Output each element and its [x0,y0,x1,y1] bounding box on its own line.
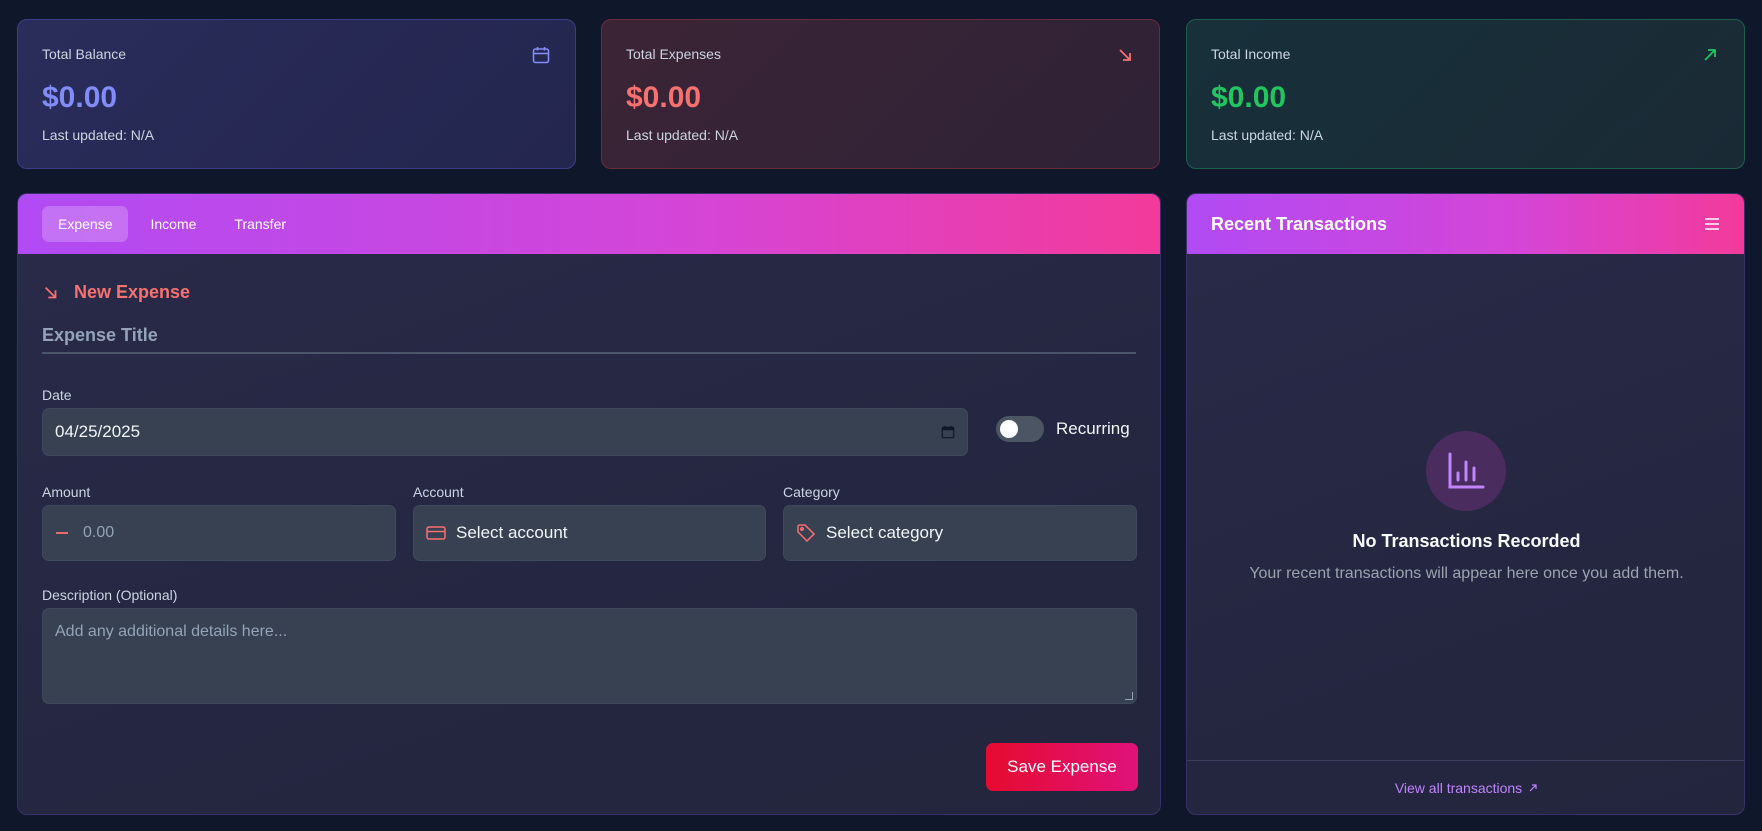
empty-state-badge [1426,431,1506,511]
description-textarea[interactable]: Add any additional details here... [42,608,1137,704]
transaction-form-panel: Expense Income Transfer New Expense Date… [17,193,1161,815]
amount-input[interactable]: 0.00 [42,505,396,561]
finance-dashboard: Total Balance $0.00 Last updated: N/A To… [0,0,1762,831]
form-heading: New Expense [42,282,190,303]
total-balance-card: Total Balance $0.00 Last updated: N/A [17,19,576,169]
category-select[interactable]: Select category [783,505,1137,561]
account-select[interactable]: Select account [413,505,766,561]
category-select-value: Select category [826,523,944,542]
account-select-value: Select account [456,523,568,542]
date-input[interactable]: 04/25/2025 [42,408,968,456]
date-value: 04/25/2025 [55,422,141,441]
tab-transfer[interactable]: Transfer [218,206,302,242]
total-balance-label: Total Balance [42,46,127,62]
total-income-value: $0.00 [1211,81,1287,114]
bar-chart-icon [1448,452,1485,489]
expense-title-input[interactable] [42,318,1136,354]
calendar-icon [532,47,550,64]
recurring-label: Recurring [1056,419,1130,438]
recent-transactions-footer: View all transactions [1187,760,1744,814]
arrow-down-right-icon [1119,49,1131,61]
total-balance-updated: Last updated: N/A [42,127,155,143]
arrow-down-right-icon [44,286,57,298]
arrow-up-right-icon [1704,49,1716,61]
total-expenses-card: Total Expenses $0.00 Last updated: N/A [601,19,1160,169]
tag-icon [797,524,816,543]
tab-income[interactable]: Income [134,206,212,242]
category-label: Category [783,484,840,500]
amount-label: Amount [42,484,91,500]
recent-transactions-header: Recent Transactions [1187,194,1744,254]
save-expense-button[interactable]: Save Expense [986,743,1138,791]
form-title: New Expense [74,282,191,302]
empty-state-title: No Transactions Recorded [1352,531,1581,551]
empty-state-subtitle: Your recent transactions will appear her… [1249,565,1684,582]
total-expenses-value: $0.00 [626,81,702,114]
recurring-toggle-group: Recurring [996,416,1130,442]
transaction-type-tabs: Expense Income Transfer [42,206,302,242]
total-balance-value: $0.00 [42,81,118,114]
total-income-label: Total Income [1211,46,1291,62]
total-income-card: Total Income $0.00 Last updated: N/A [1186,19,1745,169]
total-expenses-updated: Last updated: N/A [626,127,739,143]
toggle-knob [1000,420,1018,438]
credit-card-icon [426,526,446,540]
recurring-toggle[interactable] [996,416,1044,442]
tab-expense[interactable]: Expense [42,206,129,242]
recent-transactions-title: Recent Transactions [1211,214,1388,234]
arrow-up-right-icon [1529,783,1537,791]
view-all-transactions-link[interactable]: View all transactions [1395,780,1522,796]
account-label: Account [413,484,464,500]
resize-handle[interactable] [1125,692,1133,700]
date-label: Date [42,387,72,403]
calendar-icon[interactable] [941,425,955,439]
menu-icon[interactable] [1704,216,1720,232]
description-placeholder: Add any additional details here... [55,623,288,640]
description-label: Description (Optional) [42,587,178,603]
transaction-type-header: Expense Income Transfer [18,194,1160,254]
total-income-updated: Last updated: N/A [1211,127,1324,143]
total-expenses-label: Total Expenses [626,46,721,62]
minus-icon [56,532,68,534]
recent-transactions-panel: Recent Transactions No Transactions Reco… [1186,193,1745,815]
amount-placeholder: 0.00 [83,524,115,541]
